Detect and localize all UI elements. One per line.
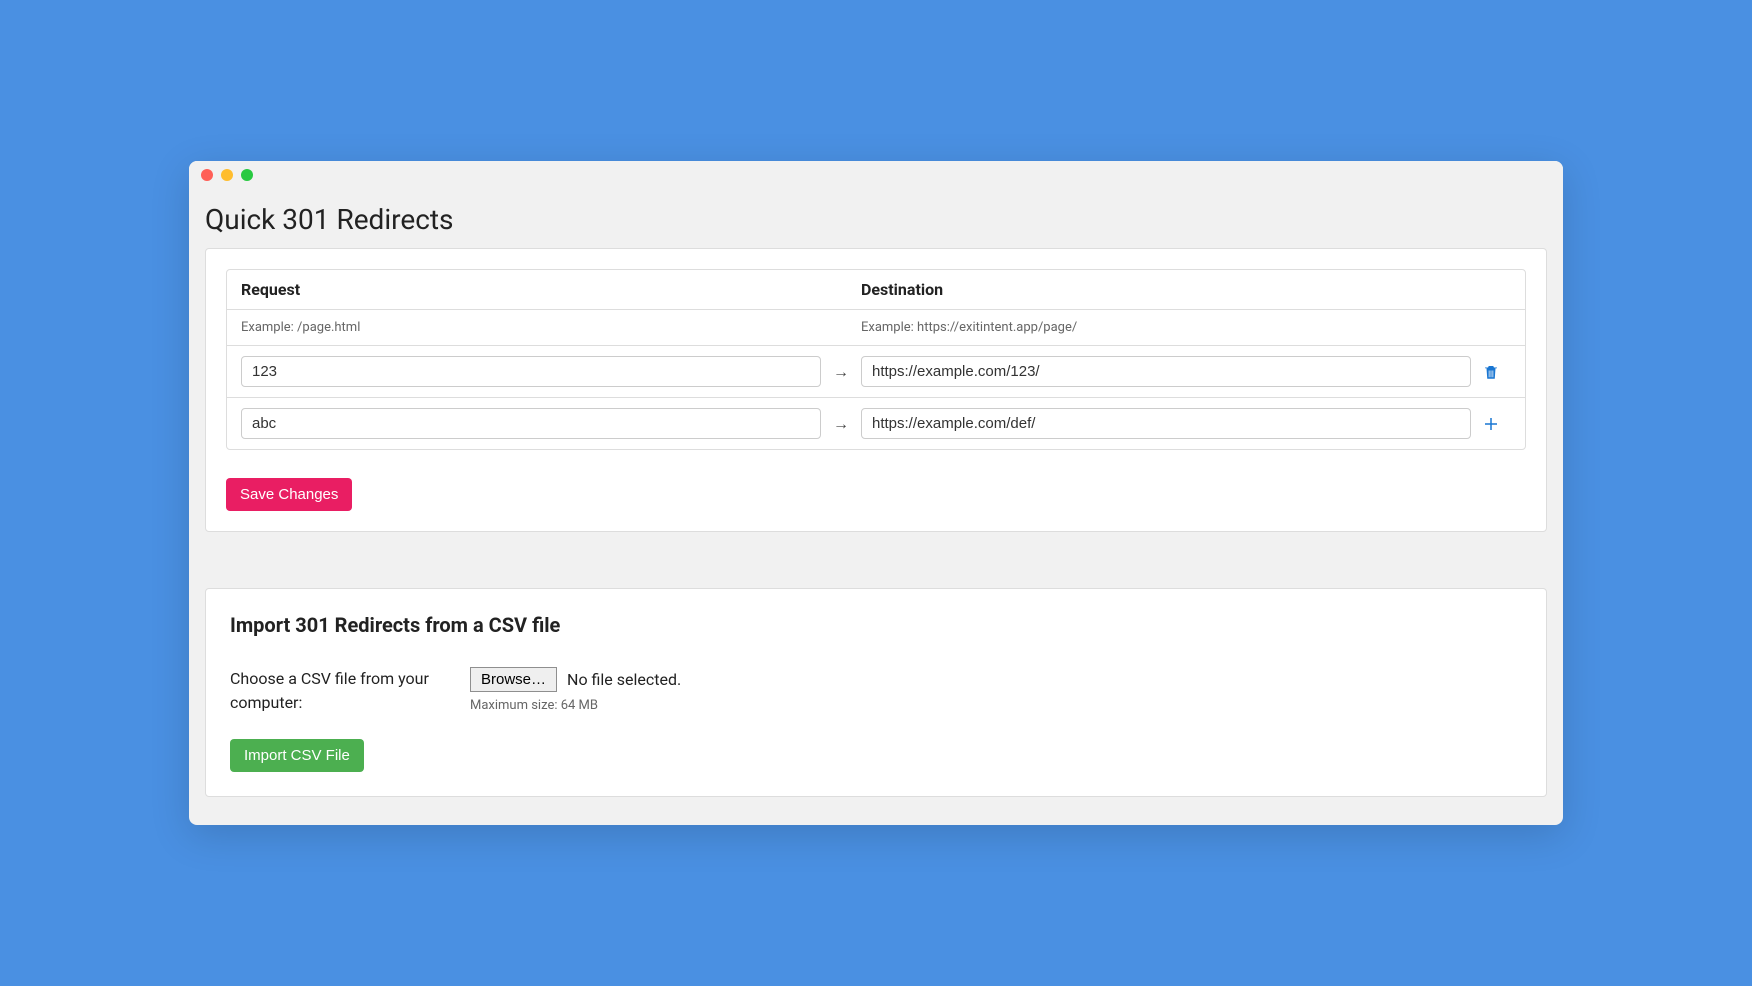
add-icon[interactable] (1471, 415, 1511, 433)
choose-file-label: Choose a CSV file from your computer: (230, 667, 430, 715)
header-request: Request (241, 280, 821, 299)
example-request: Example: /page.html (241, 320, 821, 335)
save-button[interactable]: Save Changes (226, 478, 352, 511)
header-destination: Destination (861, 280, 1471, 299)
minimize-icon[interactable] (221, 169, 233, 181)
example-destination: Example: https://exitintent.app/page/ (861, 320, 1471, 335)
table-row: → (227, 346, 1525, 398)
max-size-hint: Maximum size: 64 MB (470, 698, 681, 713)
file-status: No file selected. (567, 670, 681, 689)
redirects-card: Request Destination Example: /page.html … (205, 248, 1547, 532)
close-icon[interactable] (201, 169, 213, 181)
request-input[interactable] (241, 408, 821, 439)
destination-input[interactable] (861, 408, 1471, 439)
import-button[interactable]: Import CSV File (230, 739, 364, 772)
request-input[interactable] (241, 356, 821, 387)
delete-icon[interactable] (1471, 363, 1511, 381)
table-row: → (227, 398, 1525, 449)
browse-button[interactable]: Browse… (470, 667, 557, 692)
app-window: Quick 301 Redirects Request Destination … (189, 161, 1563, 825)
import-title: Import 301 Redirects from a CSV file (230, 613, 1522, 637)
destination-input[interactable] (861, 356, 1471, 387)
table-header-row: Request Destination (227, 270, 1525, 310)
arrow-icon: → (821, 362, 861, 382)
content-area: Quick 301 Redirects Request Destination … (189, 189, 1563, 825)
maximize-icon[interactable] (241, 169, 253, 181)
window-titlebar (189, 161, 1563, 189)
arrow-icon: → (821, 414, 861, 434)
page-title: Quick 301 Redirects (205, 199, 1547, 248)
table-example-row: Example: /page.html Example: https://exi… (227, 310, 1525, 346)
redirects-table: Request Destination Example: /page.html … (226, 269, 1526, 450)
import-card: Import 301 Redirects from a CSV file Cho… (205, 588, 1547, 797)
